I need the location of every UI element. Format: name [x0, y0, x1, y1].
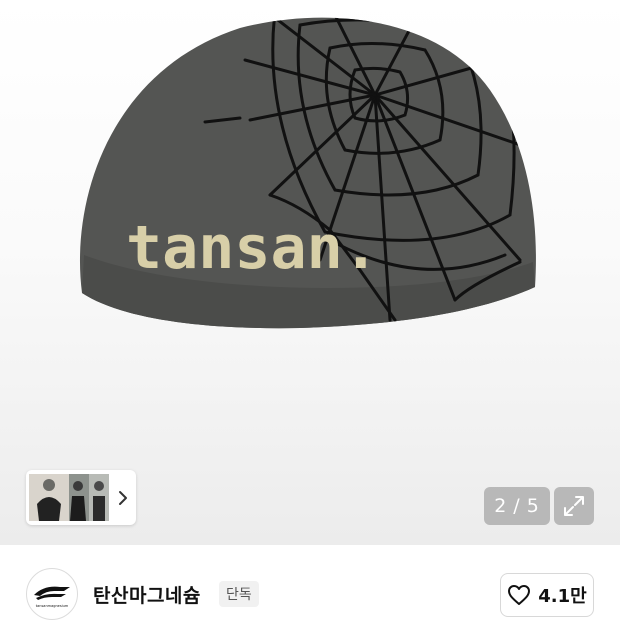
- heart-outline-icon: [508, 585, 531, 605]
- like-button[interactable]: 4.1만: [500, 573, 594, 617]
- shop-logo-mark-icon: tansanmagnesium: [34, 586, 70, 608]
- shop-logo[interactable]: tansanmagnesium: [26, 568, 78, 620]
- thumbnail-images[interactable]: [29, 474, 109, 521]
- exclusive-badge: 단독: [219, 581, 259, 607]
- current-page: 2: [494, 495, 508, 517]
- beanie-knit-text: tansan.: [126, 213, 379, 283]
- product-image-viewer[interactable]: tansan. 2 / 5: [0, 0, 620, 545]
- expand-image-button[interactable]: [554, 487, 594, 525]
- image-page-indicator: 2 / 5: [484, 487, 550, 525]
- total-pages: 5: [526, 495, 540, 517]
- svg-text:tansanmagnesium: tansanmagnesium: [36, 604, 69, 608]
- like-count: 4.1만: [538, 586, 587, 607]
- page-separator: /: [513, 495, 521, 517]
- thumbnail-strip[interactable]: [26, 470, 136, 525]
- shop-info-bar: tansanmagnesium 탄산마그네슘 단독 4.1만: [0, 545, 620, 620]
- chevron-right-icon[interactable]: [116, 489, 130, 507]
- shop-name[interactable]: 탄산마그네슘: [93, 581, 201, 608]
- expand-arrows-icon: [564, 496, 584, 516]
- beanie-product-image: tansan.: [79, 17, 536, 329]
